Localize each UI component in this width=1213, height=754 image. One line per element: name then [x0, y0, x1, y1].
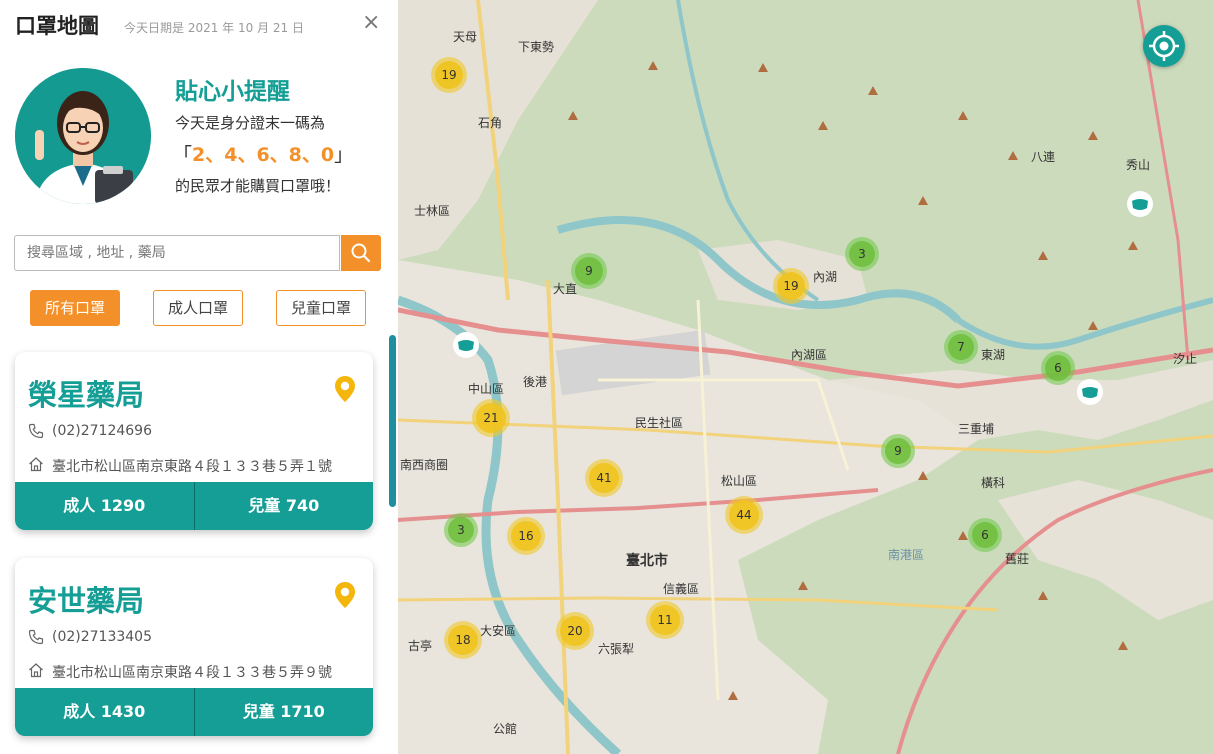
pharmacy-phone: (02)27124696 [52, 423, 152, 439]
current-date: 今天日期是 2021 年 10 月 21 日 [124, 21, 304, 35]
map-cluster[interactable]: 9 [881, 434, 915, 468]
map-label: 南西商圈 [400, 458, 449, 472]
pharmacy-name: 安世藥局 [28, 584, 145, 618]
map-cluster[interactable]: 20 [556, 612, 594, 650]
map-label: 後港 [523, 375, 548, 389]
map-label: 舊莊 [1005, 552, 1030, 566]
search-button[interactable] [341, 235, 381, 271]
map-label: 橫科 [981, 476, 1006, 490]
map-cluster[interactable]: 9 [571, 253, 607, 289]
home-icon [29, 457, 43, 472]
reminder-line3: 的民眾才能購買口罩哦！ [175, 177, 341, 195]
map-cluster[interactable]: 6 [1041, 351, 1075, 385]
map-cluster[interactable]: 19 [431, 57, 467, 93]
pharmacist-avatar [15, 68, 151, 204]
map-label: 信義區 [663, 582, 700, 596]
mask-marker-icon[interactable] [1076, 378, 1104, 406]
map-label: 內湖區 [791, 348, 828, 362]
map[interactable]: 天母 石角 士林區 大直 內湖 內湖區 中山區 民生社區 松山區 臺北市 信義區… [398, 0, 1213, 754]
map-label: 士林區 [414, 204, 451, 218]
map-cluster[interactable]: 19 [773, 268, 809, 304]
map-pin-icon[interactable] [333, 581, 357, 609]
map-cluster[interactable]: 3 [444, 513, 478, 547]
pharmacy-card[interactable]: 安世藥局 (02)27133405 臺北市松山區南京東路４段１３３巷５弄９號 成… [15, 558, 373, 736]
map-cluster[interactable]: 41 [585, 459, 623, 497]
map-label: 三重埔 [958, 422, 995, 436]
bracket-open: 「 [173, 144, 193, 166]
filter-child-masks[interactable]: 兒童口罩 [276, 290, 366, 326]
pharmacy-phone: (02)27133405 [52, 629, 152, 645]
map-label: 六張犁 [598, 642, 635, 656]
reminder-digits-line: 「2、4、6、8、0」 [173, 140, 353, 167]
map-label: 臺北市 [626, 553, 668, 569]
sidebar: 口罩地圖 今天日期是 2021 年 10 月 21 日 × 貼心小提醒 今天是身… [0, 0, 398, 754]
phone-icon [28, 423, 44, 439]
reminder-title: 貼心小提醒 [175, 79, 290, 105]
map-cluster[interactable]: 16 [507, 517, 545, 555]
stock-bar: 成人 1290 兒童 740 [15, 482, 373, 530]
bracket-close: 」 [334, 144, 354, 166]
search-input[interactable] [14, 235, 340, 271]
map-label: 秀山 [1126, 158, 1151, 172]
pharmacy-card[interactable]: 榮星藥局 (02)27124696 臺北市松山區南京東路４段１３３巷５弄１號 成… [15, 352, 373, 530]
pharmacy-name: 榮星藥局 [28, 378, 145, 412]
pharmacy-address: 臺北市松山區南京東路４段１３３巷５弄９號 [52, 665, 332, 681]
page-title: 口罩地圖 [15, 14, 99, 38]
map-cluster[interactable]: 6 [968, 518, 1002, 552]
map-label: 大直 [553, 282, 578, 296]
adult-stock: 成人 1290 [15, 482, 195, 530]
scrollbar[interactable] [389, 335, 396, 507]
map-cluster[interactable]: 18 [444, 621, 482, 659]
map-cluster[interactable]: 3 [845, 237, 879, 271]
locate-icon [1149, 31, 1179, 61]
adult-stock: 成人 1430 [15, 688, 195, 736]
map-label: 公館 [493, 722, 518, 736]
map-label: 汐止 [1173, 352, 1198, 366]
map-label: 天母 [453, 30, 478, 44]
pharmacy-address: 臺北市松山區南京東路４段１３３巷５弄１號 [52, 459, 332, 475]
search-icon [351, 243, 371, 263]
map-labels: 天母 石角 士林區 大直 內湖 內湖區 中山區 民生社區 松山區 臺北市 信義區… [398, 0, 1213, 754]
mask-marker-icon[interactable] [452, 331, 480, 359]
map-cluster[interactable]: 11 [646, 601, 684, 639]
map-label: 東湖 [981, 348, 1006, 362]
filter-all-masks[interactable]: 所有口罩 [30, 290, 120, 326]
map-cluster[interactable]: 44 [725, 496, 763, 534]
map-pin-icon[interactable] [333, 375, 357, 403]
map-label: 下東勢 [518, 40, 555, 54]
id-digits: 2、4、6、8、0 [192, 144, 335, 166]
map-label: 南港區 [888, 548, 925, 562]
filter-adult-masks[interactable]: 成人口罩 [153, 290, 243, 326]
map-label: 古亭 [408, 639, 433, 653]
mask-marker-icon[interactable] [1126, 190, 1154, 218]
map-label: 松山區 [721, 474, 758, 488]
map-cluster[interactable]: 21 [472, 399, 510, 437]
stock-bar: 成人 1430 兒童 1710 [15, 688, 373, 736]
child-stock: 兒童 1710 [242, 702, 325, 721]
child-stock: 兒童 740 [248, 496, 320, 515]
close-button[interactable]: × [362, 10, 380, 35]
map-cluster[interactable]: 7 [944, 330, 978, 364]
map-label: 石角 [478, 116, 503, 130]
map-label: 內湖 [813, 270, 838, 284]
phone-icon [28, 629, 44, 645]
map-label: 民生社區 [635, 416, 684, 430]
reminder-line1: 今天是身分證末一碼為 [175, 114, 326, 132]
home-icon [29, 663, 43, 678]
locate-button[interactable] [1143, 25, 1185, 67]
map-label: 中山區 [468, 382, 505, 396]
map-label: 八連 [1031, 150, 1056, 164]
map-label: 大安區 [480, 624, 517, 638]
